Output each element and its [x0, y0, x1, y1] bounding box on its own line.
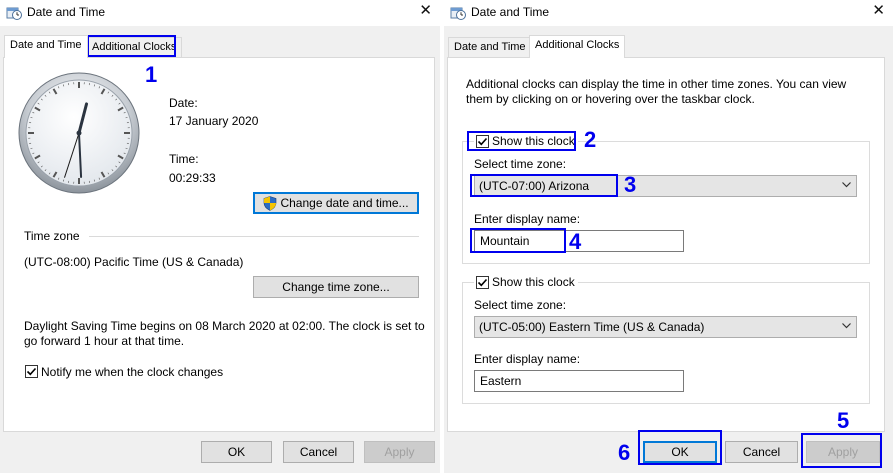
- intro-line1: Additional clocks can display the time i…: [466, 77, 847, 91]
- step-number-1: 1: [145, 62, 158, 87]
- title-bar: Date and Time ✕: [444, 0, 893, 26]
- input-value: Eastern: [480, 374, 522, 388]
- section-divider: [89, 236, 419, 237]
- clock2-timezone-select[interactable]: (UTC-05:00) Eastern Time (US & Canada): [474, 316, 857, 338]
- apply-button[interactable]: Apply: [364, 441, 435, 463]
- tab-label: Date and Time: [454, 41, 526, 53]
- tab-panel: Date: 17 January 2020 Time: 00:29:33 Cha…: [3, 57, 435, 432]
- tab-additional-clocks[interactable]: Additional Clocks: [529, 35, 626, 58]
- highlight-box-ok-button: [638, 430, 722, 465]
- ok-button[interactable]: OK: [201, 441, 272, 463]
- highlight-box-show-clock: [467, 131, 576, 151]
- step-number-3: 3: [624, 172, 637, 197]
- checkmark-icon: [26, 367, 37, 376]
- dst-info-line1: Daylight Saving Time begins on 08 March …: [24, 319, 425, 333]
- step-number-5: 5: [837, 408, 850, 433]
- highlight-box-display-name: [470, 228, 566, 253]
- date-value: 17 January 2020: [169, 114, 259, 128]
- clock2-display-name-input[interactable]: Eastern: [474, 370, 684, 392]
- close-icon[interactable]: ✕: [872, 2, 885, 20]
- change-date-time-button[interactable]: Change date and time...: [253, 192, 419, 214]
- step-number-2: 2: [584, 127, 597, 152]
- clock1-display-name-label: Enter display name:: [474, 212, 581, 226]
- window-title: Date and Time: [471, 5, 550, 19]
- clock2-legend: Show this clock: [474, 275, 578, 289]
- title-bar: Date and Time ✕: [0, 0, 440, 26]
- button-label: Cancel: [742, 445, 781, 459]
- tab-date-and-time[interactable]: Date and Time: [448, 37, 532, 58]
- tab-date-and-time[interactable]: Date and Time: [4, 35, 88, 58]
- clock1-timezone-label: Select time zone:: [474, 157, 567, 171]
- highlight-box-additional-clocks-tab: [87, 35, 176, 57]
- time-value: 00:29:33: [169, 171, 216, 185]
- cancel-button[interactable]: Cancel: [725, 441, 798, 463]
- step-number-6: 6: [618, 440, 631, 465]
- date-time-app-icon: [6, 7, 22, 20]
- uac-shield-icon: [264, 195, 277, 211]
- dst-info-line2: go forward 1 hour at that time.: [24, 334, 185, 348]
- cancel-button[interactable]: Cancel: [283, 441, 354, 463]
- button-label: Change date and time...: [280, 196, 409, 210]
- change-time-zone-button[interactable]: Change time zone...: [253, 276, 419, 298]
- date-time-app-icon: [450, 7, 466, 20]
- intro-line2: them by clicking on or hovering over the…: [466, 92, 755, 106]
- select-value: (UTC-05:00) Eastern Time (US & Canada): [479, 320, 705, 334]
- clock2-timezone-label: Select time zone:: [474, 298, 567, 312]
- time-label: Time:: [169, 152, 199, 166]
- window-title: Date and Time: [27, 5, 106, 19]
- current-timezone: (UTC-08:00) Pacific Time (US & Canada): [24, 255, 244, 269]
- highlight-box-timezone-select: [470, 174, 618, 197]
- close-icon[interactable]: ✕: [419, 2, 432, 20]
- notify-checkbox-label: Notify me when the clock changes: [41, 365, 224, 379]
- clock2-show-label: Show this clock: [492, 275, 575, 289]
- analog-clock: [18, 72, 140, 194]
- date-label: Date:: [169, 96, 198, 110]
- highlight-box-apply-button: [801, 433, 882, 468]
- button-label: Change time zone...: [282, 280, 390, 294]
- button-label: Apply: [384, 445, 415, 459]
- tab-label: Additional Clocks: [535, 39, 620, 51]
- date-time-dialog-left: Date and Time ✕ Date and Time Additional…: [0, 0, 440, 473]
- tab-label: Date and Time: [10, 39, 82, 51]
- step-number-4: 4: [569, 229, 582, 254]
- chevron-down-icon: [842, 323, 851, 329]
- clock2-show-checkbox[interactable]: [476, 275, 489, 289]
- timezone-section-label: Time zone: [24, 229, 80, 243]
- chevron-down-icon: [842, 182, 851, 188]
- button-label: Cancel: [299, 445, 338, 459]
- notify-checkbox[interactable]: [25, 365, 38, 378]
- checkmark-icon: [477, 278, 488, 286]
- clock2-display-name-label: Enter display name:: [474, 352, 581, 366]
- button-label: OK: [227, 445, 246, 459]
